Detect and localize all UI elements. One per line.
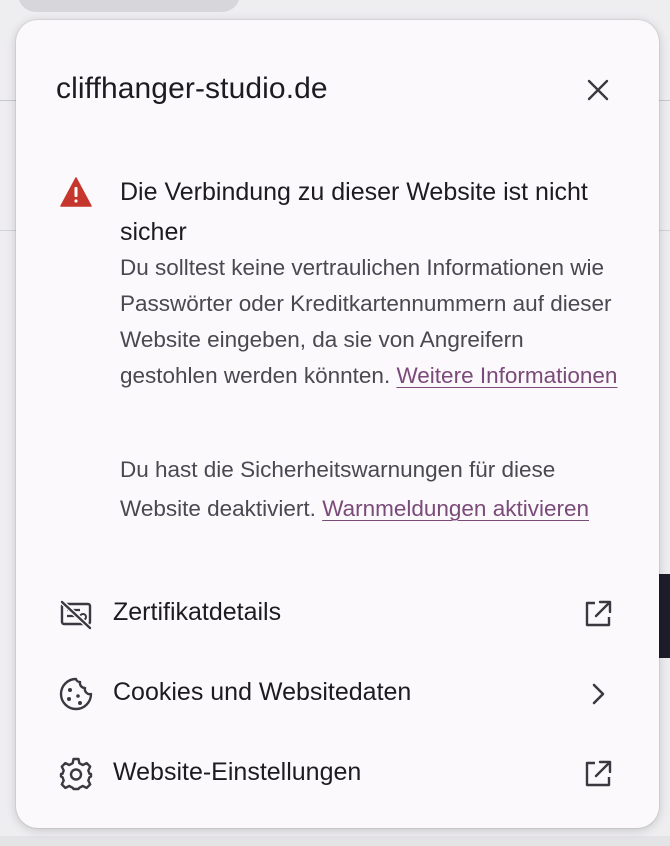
connection-warning-description: Du solltest keine vertraulichen Informat… (120, 250, 625, 394)
enable-warnings-link[interactable]: Warnmeldungen aktivieren (322, 496, 589, 521)
background-tab (18, 0, 240, 12)
gear-icon (59, 757, 93, 791)
site-settings-label: Website-Einstellungen (113, 758, 362, 786)
cookies-site-data-row[interactable]: Cookies und Websitedaten (16, 660, 659, 724)
more-info-link[interactable]: Weitere Informationen (396, 363, 617, 388)
warnings-disabled-note: Du hast die Sicherheitswarnungen für die… (120, 450, 625, 528)
close-icon (587, 79, 609, 101)
external-link-icon (585, 600, 612, 627)
cookies-site-data-label: Cookies und Websitedaten (113, 678, 412, 706)
warning-icon (60, 177, 92, 207)
certificate-details-label: Zertifikatdetails (113, 598, 282, 626)
site-domain-title: cliffhanger-studio.de (56, 72, 328, 105)
close-button[interactable] (582, 74, 614, 106)
cookie-icon (59, 677, 93, 711)
site-settings-row[interactable]: Website-Einstellungen (16, 740, 659, 804)
external-link-icon (585, 760, 612, 787)
background-bottom (0, 836, 670, 846)
site-info-popup: cliffhanger-studio.de Die Verbindung zu … (16, 20, 659, 828)
certificate-details-row[interactable]: Zertifikatdetails (16, 580, 659, 644)
chevron-right-icon (592, 683, 605, 705)
certificate-invalid-icon (59, 599, 93, 631)
connection-warning-title: Die Verbindung zu dieser Website ist nic… (120, 178, 588, 246)
